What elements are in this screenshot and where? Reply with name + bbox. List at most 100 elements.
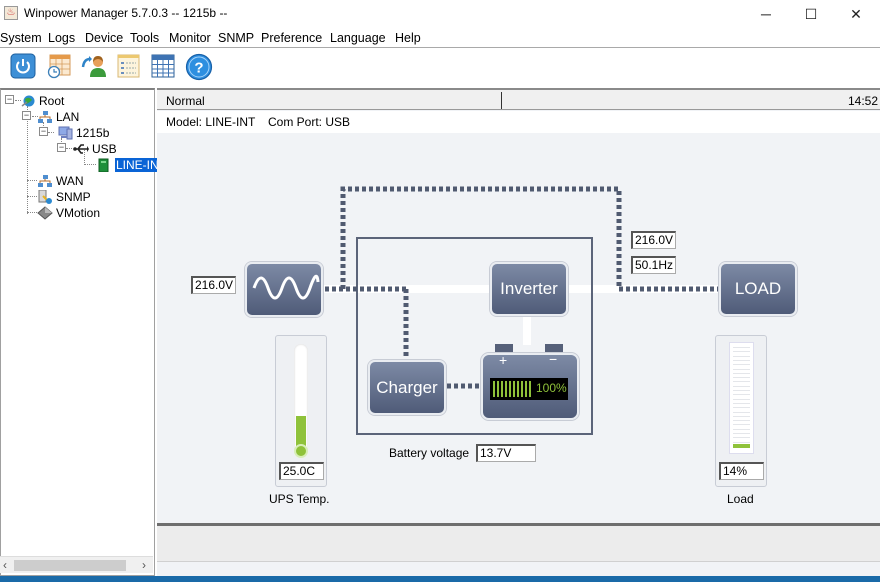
computer-icon [57, 126, 73, 140]
load-meter-fill [733, 444, 750, 448]
load-meter-segment [733, 368, 750, 370]
load-meter-segment [733, 355, 750, 357]
load-button[interactable]: LOAD [719, 262, 797, 316]
load-meter-segment [733, 411, 750, 413]
menu-tools[interactable]: Tools [130, 31, 159, 45]
load-meter-segment [733, 372, 750, 374]
monitor-panel: Normal 14:52 Model: LINE-INT Com Port: U… [157, 88, 880, 576]
data-table-icon [151, 54, 175, 78]
battery-voltage-label: Battery voltage [389, 446, 470, 460]
tree-node-wan[interactable]: WAN [37, 173, 84, 189]
tree-node-vmotion[interactable]: VMotion [37, 205, 100, 221]
close-button[interactable]: ✕ [833, 0, 879, 28]
battery-bar-segment [529, 381, 531, 397]
svg-text:?: ? [194, 60, 203, 77]
battery-bar-segment [513, 381, 515, 397]
battery-minus-label: − [549, 351, 558, 367]
java-app-icon: ♨ [4, 6, 18, 20]
load-gauge: 14% [715, 335, 767, 487]
menu-help[interactable]: Help [395, 31, 421, 45]
scroll-left-arrow[interactable]: ‹ [3, 558, 7, 572]
load-meter-segment [733, 402, 750, 404]
load-meter-segment [733, 351, 750, 353]
event-list-icon [117, 54, 140, 78]
tree-horizontal-scrollbar[interactable]: ‹ › [0, 556, 153, 573]
battery-bar-segment [509, 381, 511, 397]
ups-temp-label: UPS Temp. [269, 492, 330, 506]
battery-bar-segment [505, 381, 507, 397]
load-meter-segment [733, 441, 750, 443]
tree-node-root[interactable]: Root [20, 93, 64, 109]
tree-node-lan[interactable]: LAN [37, 109, 79, 125]
help-icon: ? [185, 53, 213, 81]
lan-network-icon [37, 110, 53, 124]
usb-icon [73, 142, 89, 156]
schedule-button[interactable] [46, 53, 74, 81]
load-meter-segment [733, 398, 750, 400]
load-meter-segment [733, 415, 750, 417]
menu-language[interactable]: Language [330, 31, 386, 45]
menu-logs[interactable]: Logs [48, 31, 75, 45]
load-meter-segment [733, 437, 750, 439]
battery-plus-label: + [499, 352, 508, 368]
ups-flow-diagram: 216.0V Inverter 216.0V 50.1Hz LOAD Charg… [157, 133, 880, 523]
ac-input-button[interactable] [245, 262, 323, 317]
maximize-button[interactable]: ☐ [788, 0, 834, 28]
load-caption: Load [727, 492, 754, 506]
model-label: Model: LINE-INT [166, 115, 256, 129]
input-voltage-field: 216.0V [191, 276, 236, 294]
load-meter-segment [733, 428, 750, 430]
tree-node-usb[interactable]: USB [73, 141, 117, 157]
battery-bar-segment [497, 381, 499, 397]
menu-device[interactable]: Device [85, 31, 123, 45]
battery-body: + − 100% [481, 351, 579, 420]
help-button[interactable]: ? [185, 53, 213, 81]
device-tree: − Root − LAN − 1215b − USB LINE-INT WAN … [0, 88, 168, 576]
load-meter-segment [733, 433, 750, 434]
load-meter-segment [733, 359, 750, 361]
usb-collapse-toggle[interactable]: − [57, 143, 66, 152]
scroll-right-arrow[interactable]: › [142, 558, 146, 572]
data-table-button[interactable] [150, 53, 178, 81]
thermometer-fill [296, 416, 306, 446]
snmp-card-icon [37, 189, 53, 204]
menu-snmp[interactable]: SNMP [218, 31, 254, 45]
menu-preference[interactable]: Preference [261, 31, 322, 45]
title-bar: ♨ Winpower Manager 5.7.0.3 -- 1215b -- ─… [0, 0, 880, 28]
vmotion-icon [37, 206, 53, 220]
inverter-button[interactable]: Inverter [490, 262, 568, 316]
menu-monitor[interactable]: Monitor [169, 31, 211, 45]
load-meter-segment [733, 381, 750, 383]
load-percent-field: 14% [719, 462, 764, 480]
status-time: 14:52 [847, 94, 878, 108]
power-button[interactable] [10, 53, 38, 81]
root-collapse-toggle[interactable]: − [5, 95, 14, 104]
ups-device-icon [96, 158, 112, 173]
scrollbar-thumb[interactable] [14, 560, 126, 571]
load-meter-segment [733, 424, 750, 426]
minimize-button[interactable]: ─ [743, 0, 789, 28]
lan-collapse-toggle[interactable]: − [22, 111, 31, 120]
tree-node-snmp[interactable]: SNMP [37, 189, 91, 205]
battery-button[interactable]: + − 100% [481, 344, 579, 422]
status-separator [501, 92, 502, 109]
menu-system[interactable]: System [0, 31, 42, 45]
battery-bar-segment [501, 381, 503, 397]
user-agent-button[interactable] [80, 53, 108, 81]
output-frequency-field: 50.1Hz [631, 256, 676, 274]
battery-bar-segment [517, 381, 519, 397]
com-port-label: Com Port: USB [268, 115, 351, 129]
load-meter-segment [733, 407, 750, 409]
host-collapse-toggle[interactable]: − [39, 127, 48, 136]
event-list-button[interactable] [115, 53, 143, 81]
schedule-icon [47, 54, 71, 79]
status-bar: Normal 14:52 [157, 88, 880, 110]
battery-display: 100% [490, 378, 568, 400]
flow-lines [323, 186, 723, 435]
load-meter-segment [733, 364, 750, 366]
windows-taskbar [0, 576, 880, 582]
charger-button[interactable]: Charger [368, 360, 446, 415]
window-title: Winpower Manager 5.7.0.3 -- 1215b -- [24, 6, 228, 20]
tree-node-host[interactable]: 1215b [57, 125, 109, 141]
inverter-battery-link [523, 313, 531, 345]
